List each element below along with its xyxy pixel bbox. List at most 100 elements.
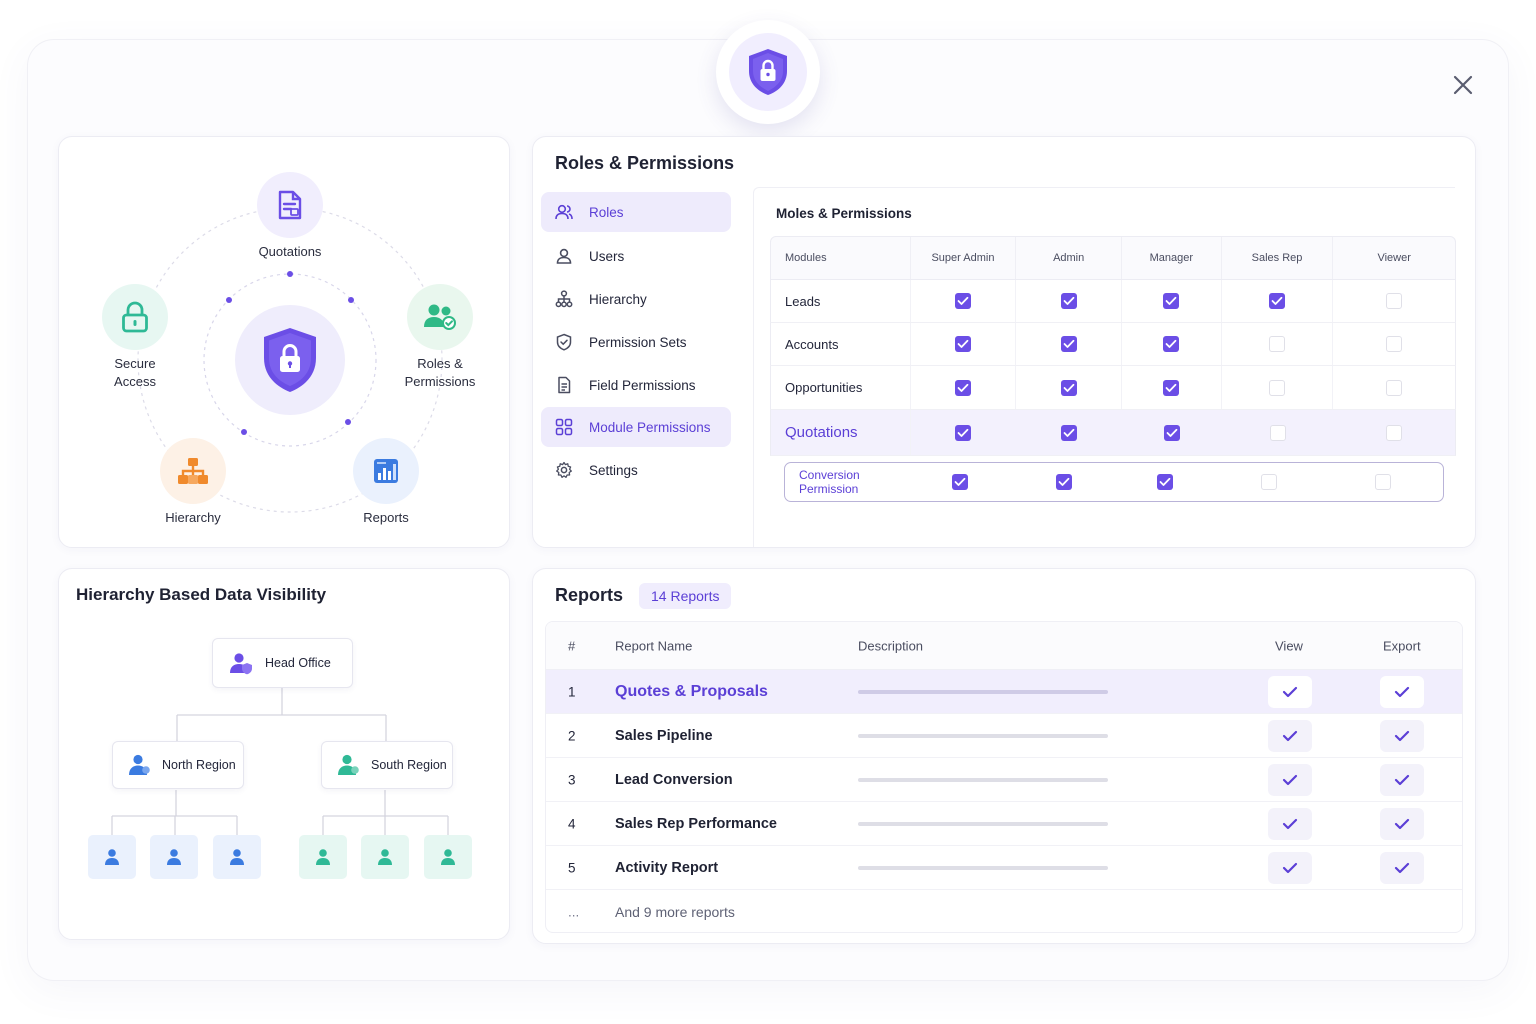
permission-cell [1333,280,1455,322]
checkbox-checked[interactable] [954,293,971,309]
export-checkbox[interactable] [1380,851,1424,884]
check-icon [1282,686,1298,697]
permission-cell [1222,366,1334,409]
export-checkbox[interactable] [1380,807,1424,840]
bar-chart-icon [374,459,398,483]
more-reports-row[interactable]: ... And 9 more reports [546,890,1462,932]
permission-cell [911,410,1017,455]
checkbox-unchecked[interactable] [1386,379,1403,396]
checkbox-checked[interactable] [1157,474,1174,490]
check-icon [1282,774,1298,785]
south-member-node[interactable] [299,835,347,879]
view-checkbox[interactable] [1268,851,1312,884]
report-number: 3 [568,772,576,787]
quotations-node[interactable] [257,172,323,238]
permission-cell [911,323,1017,365]
table-row[interactable]: 2 Sales Pipeline [546,714,1462,758]
table-row[interactable]: 4 Sales Rep Performance [546,802,1462,846]
permission-cell [1116,463,1214,501]
check-icon [1271,296,1283,305]
table-header-row: # Report Name Description View Export [546,622,1462,670]
table-row[interactable]: 5 Activity Report [546,846,1462,890]
check-icon [1394,730,1410,741]
roles-permissions-node[interactable] [407,284,473,350]
checkbox-unchecked[interactable] [1269,336,1286,352]
report-name[interactable]: Activity Report [615,860,718,876]
sidebar-item-module-permissions[interactable]: Module Permissions [541,407,731,447]
gear-icon [556,461,572,478]
checkbox-checked[interactable] [1269,293,1286,309]
view-checkbox[interactable] [1268,763,1312,796]
south-region-node[interactable]: South Region [321,741,453,789]
module-permissions-panel: Moles & Permissions Modules Super Admin … [753,187,1456,547]
head-office-node[interactable]: Head Office [212,638,353,688]
report-name[interactable]: Sales Pipeline [615,728,713,744]
view-checkbox[interactable] [1268,675,1312,708]
checkbox-unchecked[interactable] [1375,474,1392,490]
report-number: 1 [568,684,576,699]
quotations-label: Quotations [258,244,322,259]
modules-icon [555,418,573,436]
permission-cell [1333,323,1455,365]
checkbox-checked[interactable] [1060,379,1077,396]
table-row[interactable]: 1 Quotes & Proposals [546,670,1462,714]
sidebar-item-users[interactable]: Users [541,236,731,276]
checkbox-unchecked[interactable] [1386,293,1403,309]
table-row[interactable]: 3 Lead Conversion [546,758,1462,802]
checkbox-checked[interactable] [1060,336,1077,352]
view-checkbox[interactable] [1268,807,1312,840]
sidebar-item-settings[interactable]: Settings [541,450,731,490]
shield-check-icon [556,333,572,351]
checkbox-checked[interactable] [1163,424,1180,441]
south-member-node[interactable] [424,835,472,879]
north-member-node[interactable] [150,835,198,879]
hierarchy-node[interactable] [160,438,226,504]
sidebar-item-field-permissions[interactable]: Field Permissions [541,365,731,405]
checkbox-checked[interactable] [1061,424,1078,441]
north-member-node[interactable] [213,835,261,879]
permission-cell [1122,366,1222,409]
report-name[interactable]: Sales Rep Performance [615,816,777,832]
secure-access-node[interactable] [102,284,168,350]
more-reports-link[interactable]: And 9 more reports [615,904,735,920]
permission-cell [1012,463,1116,501]
checkbox-unchecked[interactable] [1386,424,1403,441]
checkbox-unchecked[interactable] [1260,474,1277,490]
permission-cell [909,463,1013,501]
checkbox-checked[interactable] [954,336,971,352]
checkbox-checked[interactable] [955,424,972,441]
north-region-node[interactable]: North Region [112,741,244,789]
roles-permissions-card: Roles & Permissions Roles Users Hierarch… [532,136,1476,548]
checkbox-unchecked[interactable] [1386,336,1403,352]
export-checkbox[interactable] [1380,763,1424,796]
sidebar-item-hierarchy[interactable]: Hierarchy [541,279,731,319]
checkbox-unchecked[interactable] [1269,379,1286,396]
checkbox-checked[interactable] [1163,379,1180,396]
check-icon [1159,477,1171,486]
table-header-row: Modules Super Admin Admin Manager Sales … [770,236,1456,280]
permission-cell [1222,323,1334,365]
report-name[interactable]: Quotes & Proposals [615,683,768,701]
reports-node[interactable] [353,438,419,504]
close-button[interactable] [1446,68,1480,102]
south-member-node[interactable] [361,835,409,879]
check-icon [1394,818,1410,829]
report-name[interactable]: Lead Conversion [615,772,733,788]
checkbox-checked[interactable] [1056,474,1073,490]
export-checkbox[interactable] [1380,675,1424,708]
head-office-label: Head Office [265,656,331,670]
checkbox-checked[interactable] [1163,293,1180,309]
north-member-node[interactable] [88,835,136,879]
checkbox-unchecked[interactable] [1269,424,1286,441]
export-checkbox[interactable] [1380,719,1424,752]
view-checkbox[interactable] [1268,719,1312,752]
checkbox-checked[interactable] [1163,336,1180,352]
permission-cell [1016,366,1122,409]
permission-row: Accounts [770,323,1456,366]
sidebar-item-roles[interactable]: Roles [541,192,731,232]
sidebar-item-permission-sets[interactable]: Permission Sets [541,322,731,362]
reports-count-badge: 14 Reports [639,583,732,609]
checkbox-checked[interactable] [952,474,969,490]
checkbox-checked[interactable] [954,379,971,396]
checkbox-checked[interactable] [1060,293,1077,309]
